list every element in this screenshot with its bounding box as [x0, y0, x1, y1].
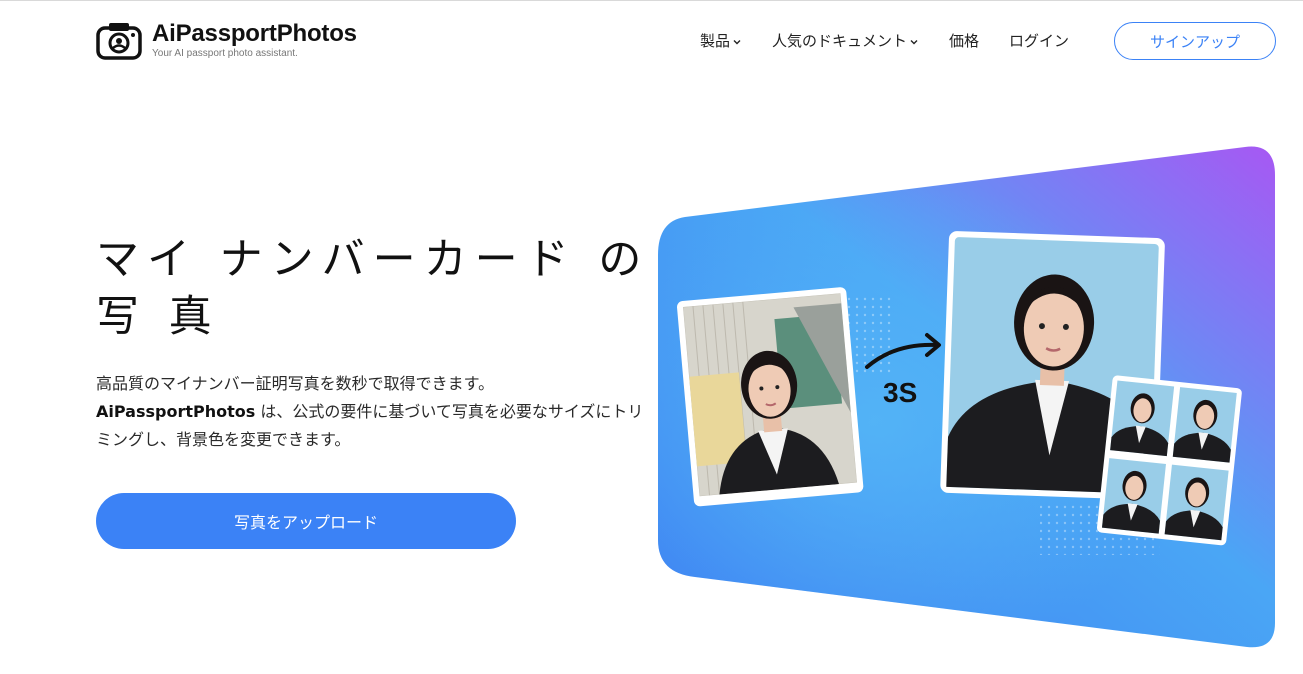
- hero-illustration: 3S: [655, 145, 1280, 650]
- hero-title: マイ ナンバーカード の 写 真: [96, 235, 650, 342]
- signup-button[interactable]: サインアップ: [1114, 22, 1276, 60]
- hero-desc-line1: 高品質のマイナンバー証明写真を数秒で取得できます。: [96, 374, 495, 393]
- brand-name: AiPassportPhotos: [152, 20, 357, 47]
- original-photo: [677, 287, 864, 507]
- nav-item-popular-documents[interactable]: 人気のドキュメント: [772, 30, 919, 51]
- illustration-graphic: [658, 146, 1275, 648]
- photo-grid: [1096, 375, 1242, 546]
- camera-logo-icon: [96, 23, 142, 60]
- upload-photo-button[interactable]: 写真をアップロード: [96, 493, 516, 549]
- nav-item-products[interactable]: 製品: [700, 30, 742, 51]
- speed-label: 3S: [883, 377, 918, 408]
- top-border: [0, 0, 1303, 1]
- nav-item-login[interactable]: ログイン: [1009, 30, 1069, 51]
- nav-item-pricing[interactable]: 価格: [949, 30, 979, 51]
- nav-item-label: 製品: [700, 32, 731, 50]
- nav-item-label: 人気のドキュメント: [772, 32, 908, 50]
- main-nav: 製品 人気のドキュメント 価格 ログイン: [700, 30, 1099, 51]
- hero-desc-brand: AiPassportPhotos: [96, 402, 256, 421]
- hero-description: 高品質のマイナンバー証明写真を数秒で取得できます。 AiPassportPhot…: [96, 370, 656, 454]
- nav-item-label: ログイン: [1009, 32, 1070, 50]
- logo[interactable]: AiPassportPhotos Your AI passport photo …: [96, 20, 357, 60]
- chevron-down-icon: [733, 39, 741, 44]
- brand-tagline: Your AI passport photo assistant.: [152, 48, 298, 59]
- nav-item-label: 価格: [949, 32, 980, 50]
- chevron-down-icon: [910, 39, 918, 44]
